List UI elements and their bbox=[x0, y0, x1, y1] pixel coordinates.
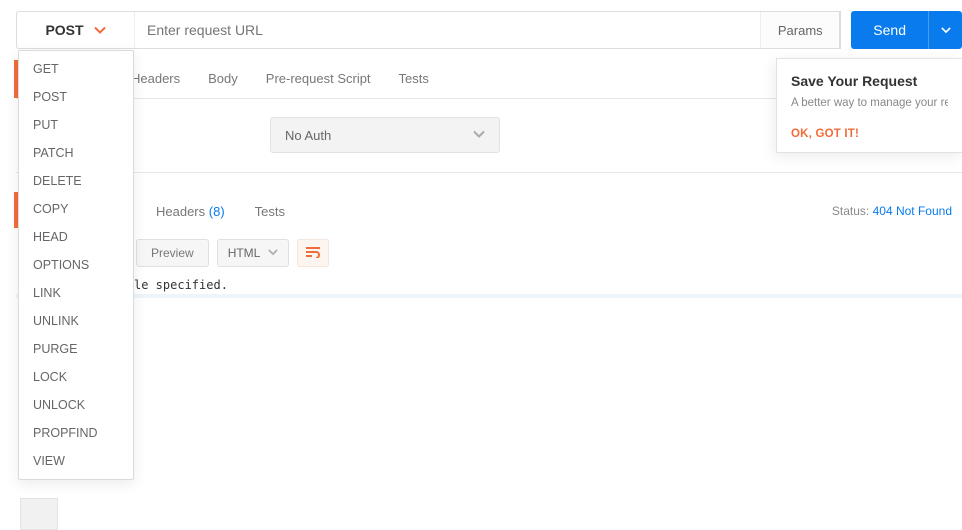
save-popover-body: A better way to manage your re save it t… bbox=[791, 95, 948, 111]
tab-body[interactable]: Body bbox=[208, 71, 238, 86]
method-option-delete[interactable]: DELETE bbox=[19, 167, 133, 195]
preview-button[interactable]: Preview bbox=[136, 239, 209, 267]
response-tab-tests[interactable]: Tests bbox=[255, 204, 285, 219]
request-bar: POST Params Send bbox=[16, 11, 962, 49]
response-toolbar: Preview HTML bbox=[16, 236, 962, 270]
response-tabs: Headers (8) Tests Status: 404 Not Found bbox=[16, 192, 962, 230]
tab-prerequest[interactable]: Pre-request Script bbox=[266, 71, 371, 86]
url-group: POST Params bbox=[16, 11, 841, 49]
wrap-lines-button[interactable] bbox=[297, 239, 329, 267]
send-dropdown-button[interactable] bbox=[928, 11, 962, 49]
method-option-head[interactable]: HEAD bbox=[19, 223, 133, 251]
response-line bbox=[16, 294, 962, 298]
method-option-link[interactable]: LINK bbox=[19, 279, 133, 307]
method-option-patch[interactable]: PATCH bbox=[19, 139, 133, 167]
save-popover-ok-button[interactable]: OK, GOT IT! bbox=[791, 128, 859, 140]
send-button[interactable]: Send bbox=[851, 11, 928, 49]
method-option-get[interactable]: GET bbox=[19, 55, 133, 83]
chevron-down-icon bbox=[268, 246, 278, 260]
method-option-put[interactable]: PUT bbox=[19, 111, 133, 139]
url-input[interactable] bbox=[135, 12, 760, 48]
wrap-icon bbox=[305, 246, 321, 261]
response-headers-count: (8) bbox=[209, 204, 225, 219]
method-option-purge[interactable]: PURGE bbox=[19, 335, 133, 363]
gutter-square bbox=[20, 498, 58, 530]
auth-selected-label: No Auth bbox=[285, 128, 331, 143]
response-tab-headers[interactable]: Headers (8) bbox=[156, 204, 225, 219]
method-option-copy[interactable]: COPY bbox=[19, 195, 133, 223]
method-select-button[interactable]: POST bbox=[17, 12, 135, 48]
status-label: Status: bbox=[832, 204, 869, 218]
method-option-options[interactable]: OPTIONS bbox=[19, 251, 133, 279]
method-dropdown: GET POST PUT PATCH DELETE COPY HEAD OPTI… bbox=[18, 50, 134, 480]
send-group: Send bbox=[851, 11, 962, 49]
method-option-unlock[interactable]: UNLOCK bbox=[19, 391, 133, 419]
tab-headers[interactable]: Headers bbox=[131, 71, 180, 86]
chevron-down-icon bbox=[473, 128, 485, 143]
response-tab-headers-label: Headers bbox=[156, 204, 205, 219]
chevron-down-icon bbox=[94, 24, 106, 36]
save-popover-title: Save Your Request bbox=[791, 73, 948, 89]
tab-tests[interactable]: Tests bbox=[399, 71, 429, 86]
method-option-post[interactable]: POST bbox=[19, 83, 133, 111]
method-option-view[interactable]: VIEW bbox=[19, 447, 133, 475]
response-status: Status: 404 Not Found bbox=[832, 204, 952, 218]
method-option-lock[interactable]: LOCK bbox=[19, 363, 133, 391]
format-select[interactable]: HTML bbox=[217, 239, 290, 267]
method-label: POST bbox=[45, 22, 83, 38]
response-body: le specified. bbox=[16, 276, 962, 530]
params-button[interactable]: Params bbox=[760, 12, 840, 48]
response-line: le specified. bbox=[16, 276, 962, 294]
auth-type-select[interactable]: No Auth bbox=[270, 117, 500, 153]
method-option-unlink[interactable]: UNLINK bbox=[19, 307, 133, 335]
format-label: HTML bbox=[228, 246, 261, 260]
method-option-propfind[interactable]: PROPFIND bbox=[19, 419, 133, 447]
status-code: 404 Not Found bbox=[873, 204, 952, 218]
save-request-popover: Save Your Request A better way to manage… bbox=[776, 58, 962, 153]
